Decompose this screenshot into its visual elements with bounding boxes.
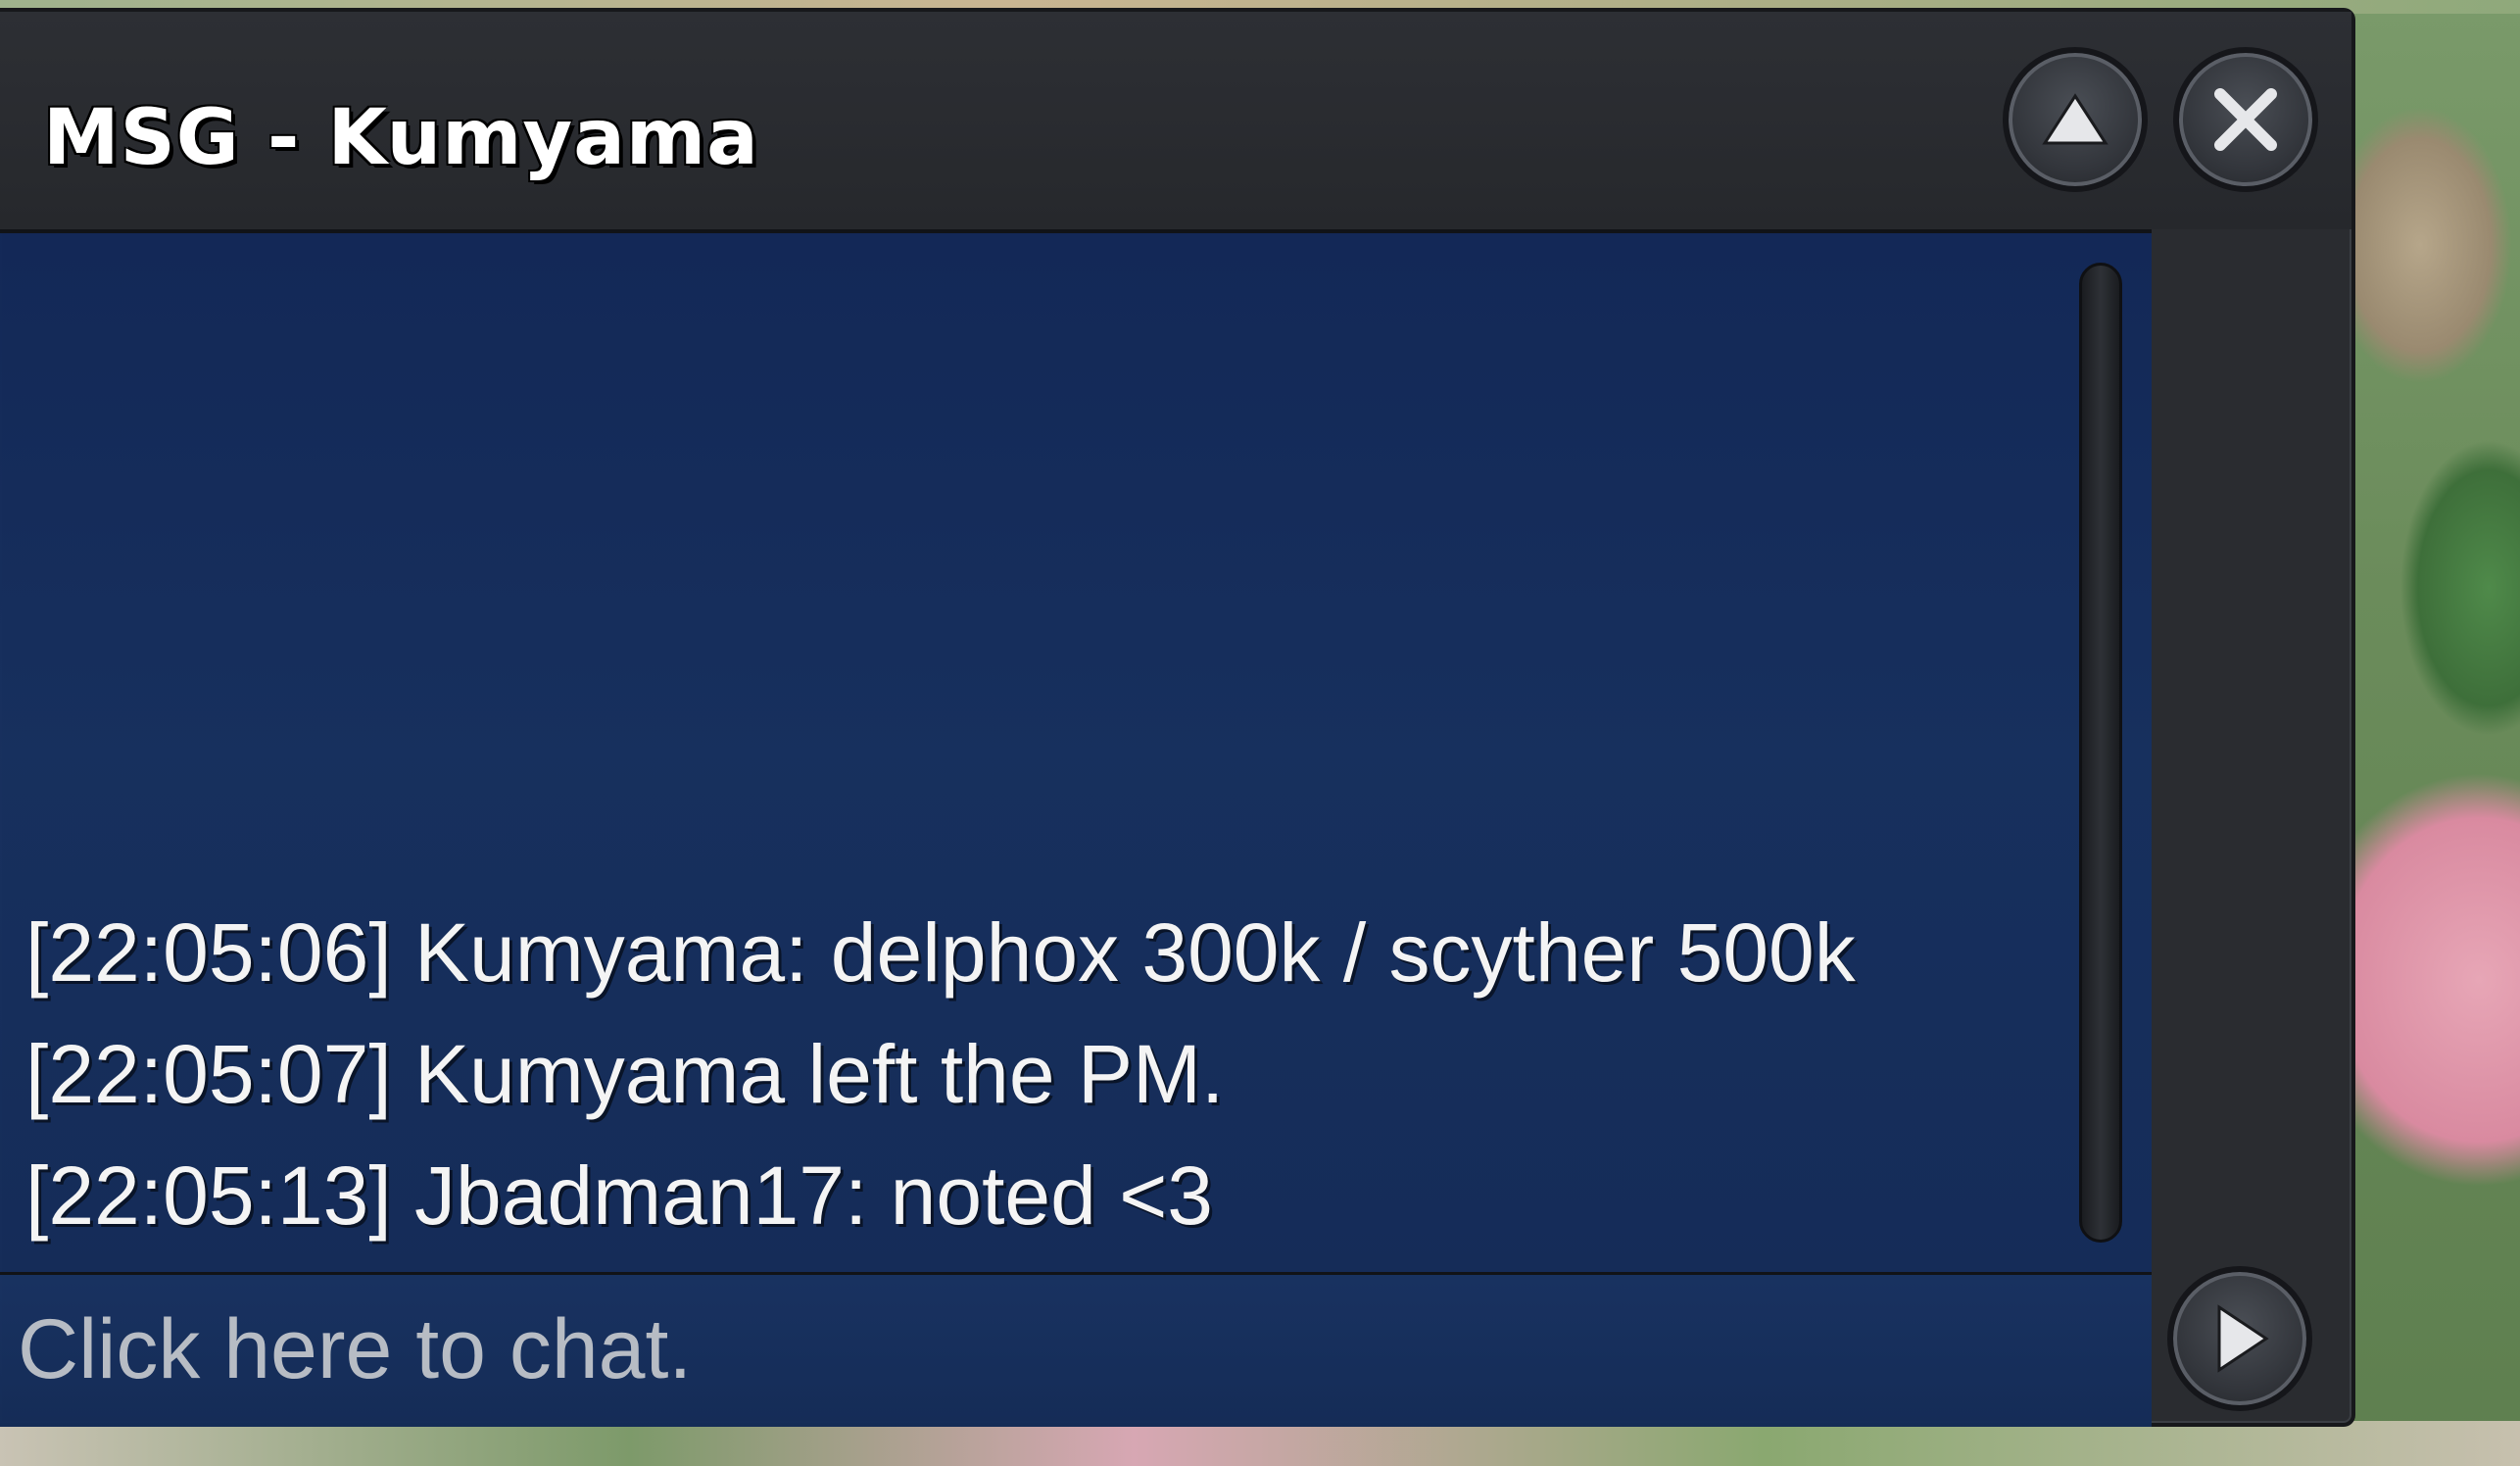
chat-log[interactable]: [22:05:06] Kumyama: delphox 300k / scyth… xyxy=(0,229,2152,1272)
message-list: [22:05:06] Kumyama: delphox 300k / scyth… xyxy=(25,892,2044,1256)
chat-message: [22:05:13] Jbadman17: noted <3 xyxy=(25,1149,1213,1242)
window-title: MSG - Kumyama xyxy=(43,94,759,182)
chat-scrollbar[interactable] xyxy=(2079,263,2122,1243)
chat-message: [22:05:07] Kumyama left the PM. xyxy=(25,1028,1225,1120)
send-button[interactable] xyxy=(2167,1266,2312,1411)
arrow-up-icon xyxy=(2041,90,2109,149)
close-button[interactable] xyxy=(2173,47,2318,192)
chat-input[interactable] xyxy=(18,1300,2124,1398)
play-arrow-icon xyxy=(2205,1301,2274,1376)
private-message-window: MSG - Kumyama [22:05:06] Kumyama: delpho… xyxy=(0,8,2355,1427)
minimize-button[interactable] xyxy=(2003,47,2148,192)
chat-input-row xyxy=(0,1272,2152,1427)
window-titlebar[interactable]: MSG - Kumyama xyxy=(0,12,2351,229)
close-icon xyxy=(2208,82,2283,157)
game-world-bottom-strip xyxy=(0,1421,2520,1466)
chat-message: [22:05:06] Kumyama: delphox 300k / scyth… xyxy=(25,906,1856,999)
